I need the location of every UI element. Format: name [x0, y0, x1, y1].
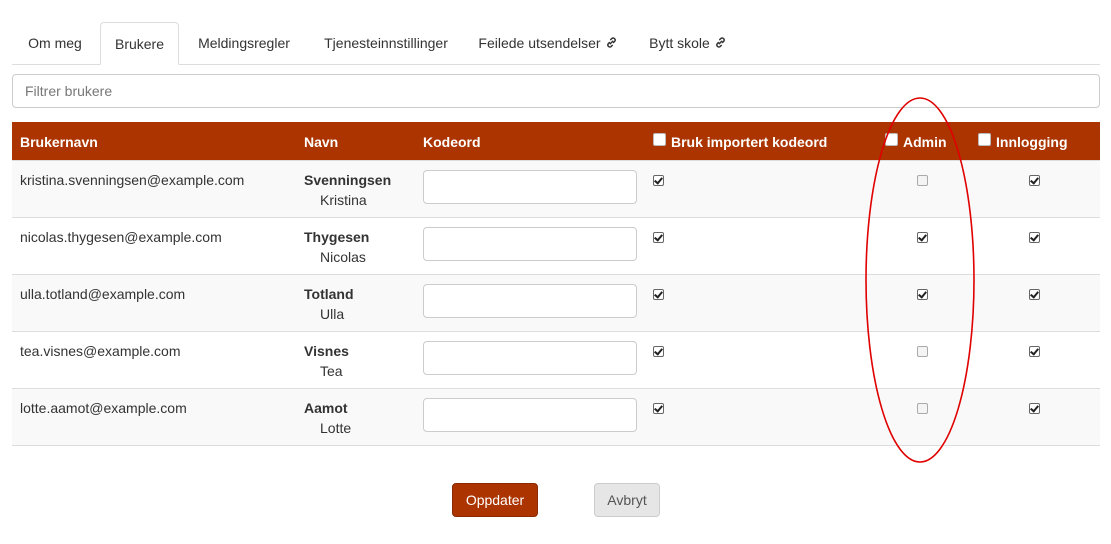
tab-bytt-skole[interactable]: Bytt skole	[642, 22, 734, 64]
header-imported: Bruk importert kodeord	[653, 122, 827, 160]
header-username[interactable]: Brukernavn	[20, 122, 98, 160]
login-checkbox[interactable]	[1029, 289, 1040, 300]
username-cell: tea.visnes@example.com	[20, 343, 181, 359]
tab-meldingsregler[interactable]: Meldingsregler	[186, 22, 302, 64]
tab-brukere[interactable]: Brukere	[100, 22, 179, 65]
header-login: Innlogging	[978, 122, 1068, 160]
password-input[interactable]	[423, 170, 637, 204]
username-cell: lotte.aamot@example.com	[20, 400, 187, 416]
table-row: nicolas.thygesen@example.com Thygesen Nico…	[12, 217, 1100, 274]
first-name-cell: Kristina	[320, 192, 367, 208]
password-input[interactable]	[423, 398, 637, 432]
table-body: kristina.svenningsen@example.com Svenning…	[12, 160, 1100, 446]
admin-checkbox[interactable]	[917, 346, 928, 357]
admin-checkbox[interactable]	[917, 232, 928, 243]
tab-label: Om meg	[28, 35, 82, 51]
tab-tjenesteinnstillinger[interactable]: Tjenesteinnstillinger	[314, 22, 458, 64]
header-admin: Admin	[885, 122, 947, 160]
tab-label: Bytt skole	[649, 35, 710, 51]
imported-password-checkbox[interactable]	[653, 289, 664, 300]
tab-bar: Om meg Brukere Meldingsregler Tjenestein…	[12, 22, 1100, 65]
first-name-cell: Ulla	[320, 306, 345, 322]
last-name-cell: Thygesen	[304, 229, 370, 245]
header-login-label: Innlogging	[996, 134, 1068, 150]
admin-checkbox[interactable]	[917, 289, 928, 300]
last-name-cell: Aamot	[304, 400, 348, 416]
imported-password-checkbox[interactable]	[653, 175, 664, 186]
tab-label: Feilede utsendelser	[478, 35, 601, 51]
password-input[interactable]	[423, 341, 637, 375]
admin-checkbox[interactable]	[917, 175, 928, 186]
table-row: lotte.aamot@example.com Aamot Lotte	[12, 388, 1100, 446]
password-input[interactable]	[423, 227, 637, 261]
username-cell: nicolas.thygesen@example.com	[20, 229, 222, 245]
link-icon	[715, 37, 725, 48]
username-cell: kristina.svenningsen@example.com	[20, 172, 245, 188]
users-table: Brukernavn Navn Kodeord Bruk importert k…	[12, 122, 1100, 446]
cancel-button[interactable]: Avbryt	[594, 483, 660, 517]
header-imported-label: Bruk importert kodeord	[671, 134, 828, 150]
password-input[interactable]	[423, 284, 637, 318]
header-name[interactable]: Navn	[304, 122, 338, 160]
tab-label: Tjenesteinnstillinger	[324, 35, 448, 51]
imported-password-checkbox[interactable]	[653, 403, 664, 414]
table-header: Brukernavn Navn Kodeord Bruk importert k…	[12, 122, 1100, 160]
login-checkbox[interactable]	[1029, 175, 1040, 186]
first-name-cell: Tea	[320, 363, 343, 379]
last-name-cell: Svenningsen	[304, 172, 392, 188]
username-cell: ulla.totland@example.com	[20, 286, 186, 302]
last-name-cell: Totland	[304, 286, 354, 302]
table-row: tea.visnes@example.com Visnes Tea	[12, 331, 1100, 388]
select-all-login-checkbox[interactable]	[978, 133, 991, 146]
tab-label: Meldingsregler	[198, 35, 290, 51]
header-admin-label: Admin	[903, 134, 947, 150]
header-password: Kodeord	[423, 134, 481, 150]
last-name-cell: Visnes	[304, 343, 349, 359]
login-checkbox[interactable]	[1029, 346, 1040, 357]
login-checkbox[interactable]	[1029, 232, 1040, 243]
login-checkbox[interactable]	[1029, 403, 1040, 414]
first-name-cell: Nicolas	[320, 249, 366, 265]
update-button[interactable]: Oppdater	[452, 483, 538, 517]
imported-password-checkbox[interactable]	[653, 346, 664, 357]
imported-password-checkbox[interactable]	[653, 232, 664, 243]
tab-om-meg[interactable]: Om meg	[12, 22, 98, 64]
table-row: kristina.svenningsen@example.com Svenning…	[12, 160, 1100, 217]
link-icon	[606, 37, 616, 48]
table-row: ulla.totland@example.com Totland Ulla	[12, 274, 1100, 331]
first-name-cell: Lotte	[320, 420, 352, 436]
tab-feilede-utsendelser[interactable]: Feilede utsendelser	[472, 22, 624, 64]
admin-checkbox[interactable]	[917, 403, 928, 414]
tab-label: Brukere	[114, 36, 165, 52]
filter-users-input[interactable]	[12, 74, 1100, 108]
select-all-imported-checkbox[interactable]	[653, 133, 666, 146]
select-all-admin-checkbox[interactable]	[885, 133, 898, 146]
